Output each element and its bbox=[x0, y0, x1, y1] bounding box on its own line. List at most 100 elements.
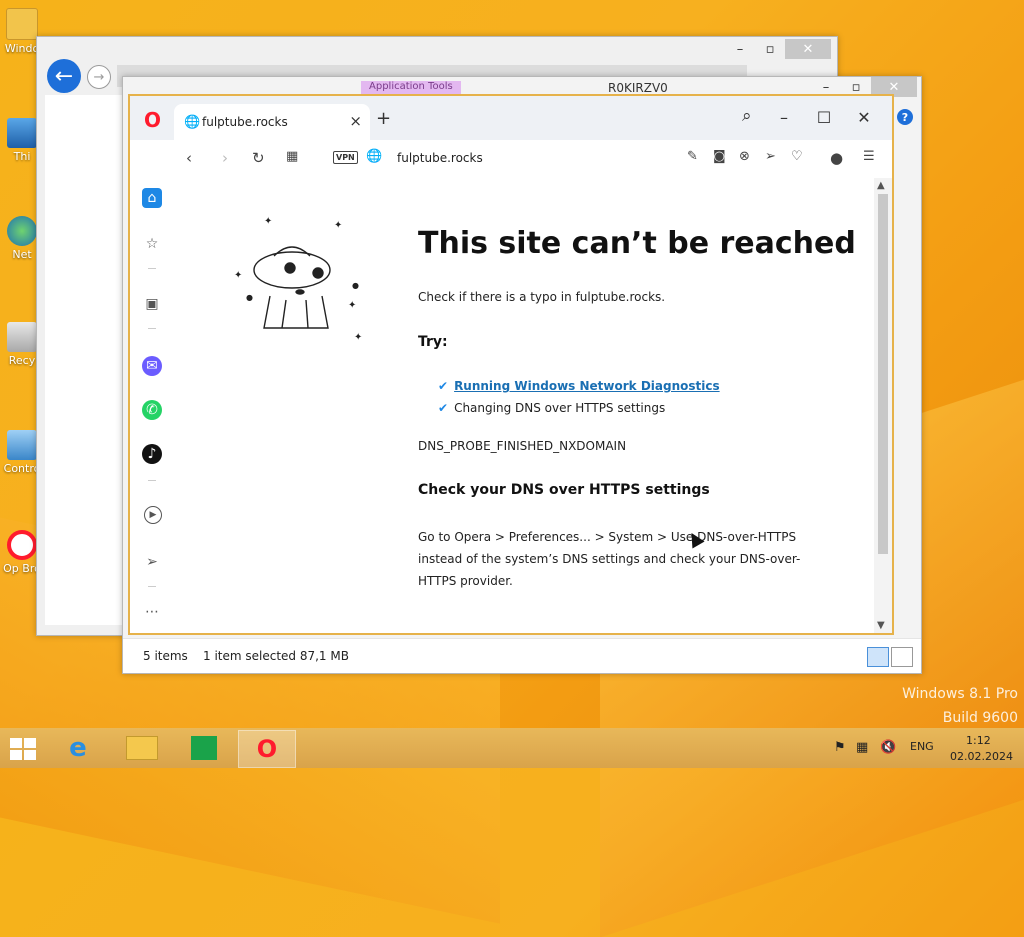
suggestion-text: Changing DNS over HTTPS settings bbox=[454, 401, 666, 415]
back-icon[interactable]: ‹ bbox=[186, 149, 192, 167]
sidebar-separator bbox=[148, 480, 156, 481]
minimize-button[interactable]: – bbox=[764, 104, 804, 130]
address-bar: ‹ › ↻ ▦ VPN 🌐 fulptube.rocks ✎ ◙ ⊗ ➢ ♡ ●… bbox=[130, 140, 892, 179]
checkmark-icon: ✔ bbox=[438, 401, 449, 415]
status-selection: 1 item selected 87,1 MB bbox=[203, 649, 349, 663]
tab-bar: O 🌐 fulptube.rocks × + ⌕ – ☐ ✕ bbox=[130, 96, 892, 140]
vpn-badge[interactable]: VPN bbox=[333, 151, 358, 164]
svg-text:✦: ✦ bbox=[334, 220, 342, 231]
desktop-icon-label: Contro bbox=[3, 462, 41, 475]
edit-icon[interactable]: ✎ bbox=[687, 149, 698, 164]
scroll-down-icon[interactable]: ▼ bbox=[877, 620, 885, 631]
sidebar-separator bbox=[148, 586, 156, 587]
player-icon[interactable]: ▶ bbox=[144, 506, 162, 524]
help-icon[interactable]: ? bbox=[897, 109, 913, 125]
bookmarks-icon[interactable]: ☆ bbox=[142, 234, 162, 254]
settings-sliders-icon[interactable]: ☰ bbox=[863, 149, 875, 164]
windows-build-watermark: Build 9600 bbox=[942, 710, 1018, 726]
back-arrow-icon[interactable]: ← bbox=[47, 59, 81, 93]
camera-icon[interactable]: ◙ bbox=[713, 149, 726, 164]
svg-text:✦: ✦ bbox=[348, 300, 356, 311]
checkmark-icon: ✔ bbox=[438, 379, 449, 393]
home-icon[interactable]: ⌂ bbox=[142, 188, 162, 208]
tab-fulptube[interactable]: 🌐 fulptube.rocks × bbox=[174, 104, 370, 140]
window-title: R0KIRZV0 bbox=[608, 81, 668, 95]
svg-text:●: ● bbox=[352, 281, 359, 290]
network-icon[interactable]: ▦ bbox=[856, 740, 868, 755]
sidebar: ⌂ ☆ ▣ ✉ ✆ ♪ ▶ ➢ ⋯ bbox=[130, 178, 175, 633]
windows-watermark: Windows 8.1 Pro bbox=[902, 686, 1018, 702]
page-area bbox=[45, 95, 127, 625]
dns-instructions-line: Go to Opera > Preferences... > System > … bbox=[418, 530, 797, 544]
windows-start-icon[interactable] bbox=[10, 738, 36, 760]
maximize-button[interactable]: ☐ bbox=[804, 104, 844, 130]
try-heading: Try: bbox=[418, 334, 448, 350]
network-diagnostics-link[interactable]: Running Windows Network Diagnostics bbox=[454, 379, 720, 393]
language-indicator[interactable]: ENG bbox=[910, 740, 934, 753]
error-heading: This site can’t be reached bbox=[418, 226, 856, 261]
status-item-count: 5 items bbox=[143, 649, 188, 663]
svg-text:✦: ✦ bbox=[234, 270, 242, 281]
large-icons-view-icon[interactable] bbox=[891, 647, 913, 667]
suggestion-list-item: ✔ Running Windows Network Diagnostics bbox=[438, 375, 720, 397]
desktop-icon-label: Net bbox=[12, 248, 32, 261]
minimize-button[interactable]: – bbox=[725, 39, 755, 59]
taskbar: e O ⚑ ▦ 🔇 ENG 1:12 02.02.2024 bbox=[0, 728, 1024, 768]
tab-title: fulptube.rocks bbox=[202, 115, 288, 129]
close-button[interactable]: ✕ bbox=[844, 104, 884, 130]
dns-heading: Check your DNS over HTTPS settings bbox=[418, 482, 710, 498]
file-explorer-icon[interactable] bbox=[114, 730, 170, 766]
dns-instructions-line: instead of the system’s DNS settings and… bbox=[418, 552, 801, 566]
forward-icon[interactable]: › bbox=[222, 149, 228, 167]
dns-instructions-line: HTTPS provider. bbox=[418, 574, 513, 588]
svg-text:✦: ✦ bbox=[264, 216, 272, 227]
send-icon[interactable]: ➢ bbox=[142, 552, 162, 572]
speed-dial-icon[interactable]: ▦ bbox=[286, 149, 298, 164]
volume-muted-icon[interactable]: 🔇 bbox=[880, 740, 896, 755]
clock-date[interactable]: 02.02.2024 bbox=[950, 750, 1013, 763]
svg-text:●: ● bbox=[246, 293, 253, 302]
sidebar-separator bbox=[148, 268, 156, 269]
send-icon[interactable]: ➢ bbox=[765, 149, 776, 164]
vertical-scrollbar[interactable]: ▲ ▼ bbox=[874, 178, 892, 633]
error-code: DNS_PROBE_FINISHED_NXDOMAIN bbox=[418, 439, 627, 453]
suggestion-list-item: ✔ Changing DNS over HTTPS settings bbox=[438, 397, 665, 419]
internet-explorer-icon[interactable]: e bbox=[50, 730, 106, 766]
new-tab-icon[interactable]: + bbox=[376, 108, 391, 129]
globe-icon[interactable]: 🌐 bbox=[366, 149, 382, 164]
heart-icon[interactable]: ♡ bbox=[791, 149, 803, 164]
close-button[interactable]: ✕ bbox=[785, 39, 831, 59]
profile-icon[interactable]: ● bbox=[830, 149, 843, 167]
page-content: ✦ ✦ ✦ ● ● ✦ ✦ This site can’t be reached… bbox=[174, 178, 876, 633]
svg-text:✦: ✦ bbox=[354, 332, 362, 343]
maximize-button[interactable]: ▫ bbox=[755, 39, 785, 59]
tiktok-icon[interactable]: ♪ bbox=[142, 444, 162, 464]
details-view-icon[interactable] bbox=[867, 647, 889, 667]
reload-icon[interactable]: ↻ bbox=[252, 149, 265, 167]
messenger-icon[interactable]: ✉ bbox=[142, 356, 162, 376]
opera-logo-icon[interactable]: O bbox=[144, 108, 161, 132]
adblock-icon[interactable]: ⊗ bbox=[739, 149, 750, 164]
clock-time[interactable]: 1:12 bbox=[966, 734, 991, 747]
error-subtitle: Check if there is a typo in fulptube.roc… bbox=[418, 290, 666, 304]
desktop-icon-label: Recy bbox=[8, 354, 36, 367]
status-bar: 5 items 1 item selected 87,1 MB bbox=[123, 638, 921, 673]
shopping-bag-icon[interactable]: ▣ bbox=[142, 294, 162, 314]
scroll-up-icon[interactable]: ▲ bbox=[877, 180, 885, 191]
scroll-thumb[interactable] bbox=[878, 194, 888, 554]
flag-icon[interactable]: ⚑ bbox=[834, 740, 846, 755]
desktop-icon-label: Thi bbox=[13, 150, 31, 163]
url-input[interactable]: fulptube.rocks bbox=[397, 151, 483, 165]
whatsapp-icon[interactable]: ✆ bbox=[142, 400, 162, 420]
opera-browser-window[interactable]: O 🌐 fulptube.rocks × + ⌕ – ☐ ✕ ‹ › ↻ ▦ V… bbox=[128, 94, 894, 635]
search-tabs-icon[interactable]: ⌕ bbox=[742, 106, 752, 126]
store-icon[interactable] bbox=[176, 730, 232, 766]
dino-ufo-illustration: ✦ ✦ ✦ ● ● ✦ ✦ bbox=[234, 216, 362, 343]
more-options-icon[interactable]: ⋯ bbox=[142, 602, 162, 622]
globe-icon: 🌐 bbox=[184, 115, 201, 130]
forward-arrow-icon[interactable]: → bbox=[87, 65, 111, 89]
tab-close-icon[interactable]: × bbox=[349, 112, 362, 130]
desktop-icon-label: Windo bbox=[4, 42, 40, 55]
sidebar-separator bbox=[148, 328, 156, 329]
opera-taskbar-icon[interactable]: O bbox=[238, 730, 296, 768]
